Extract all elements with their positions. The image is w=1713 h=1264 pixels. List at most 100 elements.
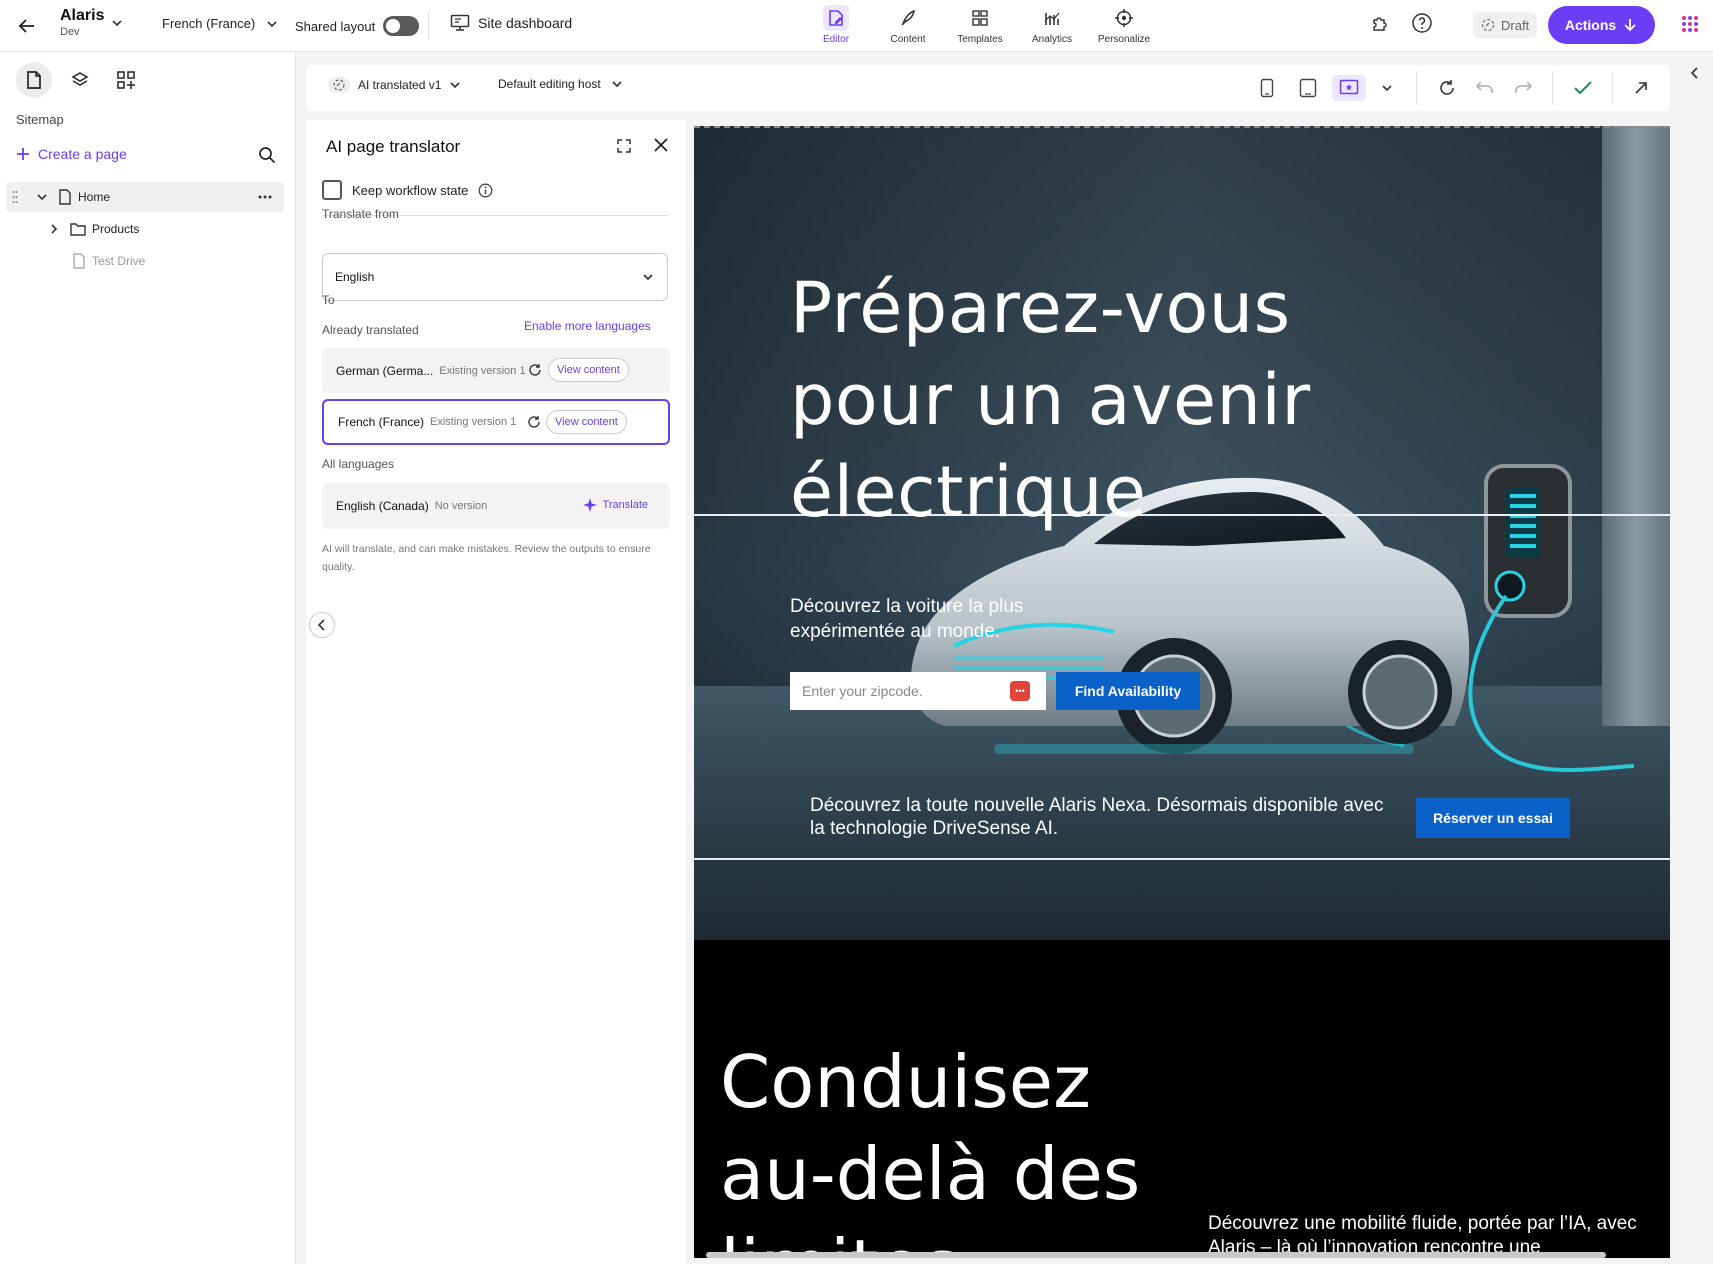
back-arrow-icon[interactable] xyxy=(14,13,40,39)
chevron-down-icon[interactable] xyxy=(1374,75,1400,101)
chevron-down-icon xyxy=(611,78,623,90)
draft-label: Draft xyxy=(1501,17,1530,33)
features-title[interactable]: Conduisez au-delà des limites xyxy=(720,1036,1160,1258)
site-dashboard-label: Site dashboard xyxy=(478,15,573,31)
editor-icon xyxy=(823,5,849,31)
arrow-down-icon xyxy=(1622,17,1638,33)
sitemap-title: Sitemap xyxy=(16,112,64,127)
app-name: Alaris xyxy=(60,7,105,24)
tree-item-test-drive[interactable]: Test Drive xyxy=(6,246,284,276)
nav-analytics-label: Analytics xyxy=(1031,34,1072,45)
version-selector[interactable]: AI translated v1 xyxy=(328,77,461,93)
chevron-right-icon[interactable] xyxy=(48,223,60,235)
tree-item-products[interactable]: Products xyxy=(6,214,284,244)
shared-layout: Shared layout xyxy=(295,16,420,36)
to-label: To xyxy=(322,293,335,307)
refresh-icon[interactable] xyxy=(528,363,542,377)
password-manager-icon[interactable]: ••• xyxy=(1010,681,1030,701)
view-content-button[interactable]: View content xyxy=(546,410,627,434)
shared-layout-toggle[interactable] xyxy=(383,16,420,36)
app-launcher-icon[interactable] xyxy=(1680,14,1700,34)
tree-item-home[interactable]: Home xyxy=(6,182,284,212)
app-switcher[interactable]: Alaris Dev xyxy=(60,7,104,38)
chevron-down-icon xyxy=(449,79,461,91)
editing-host-selector[interactable]: Default editing host xyxy=(498,77,623,91)
puzzle-icon[interactable] xyxy=(1370,12,1392,34)
lang-status: Existing version 1 xyxy=(439,365,526,377)
nav-analytics[interactable]: Analytics xyxy=(1016,2,1088,48)
create-page-button[interactable]: Create a page xyxy=(16,146,127,162)
chevron-down-icon[interactable] xyxy=(36,191,48,203)
search-icon[interactable] xyxy=(258,146,276,164)
nav-templates[interactable]: Templates xyxy=(944,2,1016,48)
tablet-view-icon[interactable] xyxy=(1295,75,1321,101)
refresh-icon[interactable] xyxy=(1434,75,1460,101)
mobile-view-icon[interactable] xyxy=(1254,75,1280,101)
chevron-left-icon xyxy=(317,619,327,631)
ai-disclaimer: AI will translate, and can make mistakes… xyxy=(322,543,651,573)
horizontal-scrollbar[interactable] xyxy=(706,1252,1606,1258)
check-icon[interactable] xyxy=(1570,75,1596,101)
site-dashboard-button[interactable]: Site dashboard xyxy=(450,14,572,32)
desktop-view-icon[interactable] xyxy=(1332,75,1366,101)
help-icon[interactable] xyxy=(1411,12,1433,34)
enable-more-languages-link[interactable]: Enable more languages xyxy=(524,319,651,333)
feather-icon xyxy=(895,5,921,31)
more-options-icon[interactable] xyxy=(258,195,272,199)
refresh-icon[interactable] xyxy=(527,415,541,429)
close-icon[interactable] xyxy=(652,136,670,154)
create-page-label: Create a page xyxy=(38,146,127,162)
ai-translator-panel: AI page translator Keep workflow state T… xyxy=(306,120,686,1264)
translate-button[interactable]: Translate xyxy=(582,498,648,512)
hero-title[interactable]: Préparez-vous pour un avenir électrique xyxy=(790,262,1390,538)
translate-from-label: Translate from xyxy=(322,207,399,221)
info-icon[interactable] xyxy=(478,183,493,198)
keep-workflow-checkbox[interactable] xyxy=(322,180,342,200)
lang-card-french: French (France) Existing version 1 View … xyxy=(322,399,670,445)
lang-status: Existing version 1 xyxy=(430,416,517,428)
undo-icon[interactable] xyxy=(1472,75,1498,101)
keep-workflow-checkbox-row[interactable]: Keep workflow state xyxy=(322,180,493,200)
lang-card-german: German (Germa... Existing version 1 View… xyxy=(322,348,670,394)
personalize-icon xyxy=(1111,5,1137,31)
features-section[interactable]: Conduisez au-delà des limites Découvrez … xyxy=(694,942,1670,1258)
tree-item-label: Home xyxy=(78,190,111,204)
draft-icon xyxy=(1481,18,1495,32)
nav-content-label: Content xyxy=(890,34,926,45)
plus-icon xyxy=(16,147,30,161)
actions-button[interactable]: Actions xyxy=(1548,6,1655,44)
chevron-left-icon[interactable] xyxy=(1690,66,1700,80)
drag-handle-icon[interactable] xyxy=(12,190,18,204)
hero-subtitle[interactable]: Découvrez la voiture la plus expérimenté… xyxy=(790,594,1090,644)
page-preview[interactable]: Préparez-vous pour un avenir électrique … xyxy=(694,126,1670,1258)
panel-title: AI page translator xyxy=(326,137,461,156)
add-components-icon xyxy=(116,70,136,90)
promo-text[interactable]: Découvrez la toute nouvelle Alaris Nexa.… xyxy=(810,794,1390,840)
expand-icon[interactable] xyxy=(616,138,632,154)
nav-editor[interactable]: Editor xyxy=(800,2,872,48)
section-guide xyxy=(694,858,1670,860)
chevron-down-icon xyxy=(641,270,655,284)
open-external-icon[interactable] xyxy=(1628,75,1654,101)
collapse-panel-button[interactable] xyxy=(309,612,335,638)
view-content-button[interactable]: View content xyxy=(548,358,629,382)
zipcode-input[interactable]: Enter your zipcode. ••• xyxy=(790,672,1046,710)
lang-status: No version xyxy=(434,500,488,512)
redo-icon[interactable] xyxy=(1510,75,1536,101)
find-availability-button[interactable]: Find Availability xyxy=(1056,672,1200,710)
reserve-test-drive-button[interactable]: Réserver un essai xyxy=(1416,798,1570,838)
language-selector[interactable]: French (France) xyxy=(162,16,279,31)
nav-templates-label: Templates xyxy=(957,34,1003,45)
nav-personalize[interactable]: Personalize xyxy=(1088,2,1160,48)
translate-from-select[interactable]: English xyxy=(322,253,668,301)
layers-tab[interactable] xyxy=(62,62,98,98)
chevron-down-icon[interactable] xyxy=(110,16,124,30)
nav-content[interactable]: Content xyxy=(872,2,944,48)
hero-section[interactable]: Préparez-vous pour un avenir électrique … xyxy=(694,126,1670,940)
left-panel: Sitemap Create a page Home Products Test… xyxy=(0,52,296,1264)
components-tab[interactable] xyxy=(108,62,144,98)
pages-tab[interactable] xyxy=(16,62,52,98)
folder-icon xyxy=(70,222,86,236)
layers-icon xyxy=(70,70,90,90)
lang-name: German (Germa... xyxy=(336,364,434,378)
